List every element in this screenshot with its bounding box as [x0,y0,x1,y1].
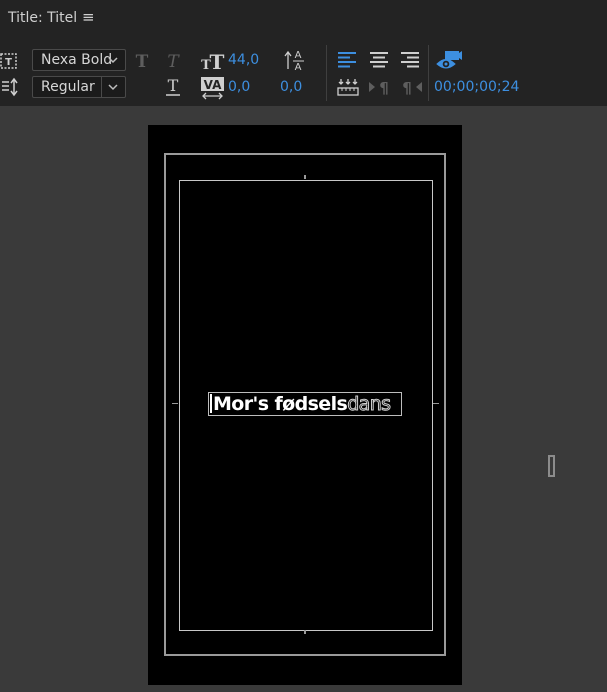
hamburger-menu-icon[interactable]: ≡ [82,8,95,26]
align-right-icon[interactable] [400,51,420,69]
svg-text:A: A [295,50,302,61]
align-center-icon[interactable] [369,51,389,69]
timecode-value[interactable]: 00;00;00;24 [434,79,519,95]
faux-italic-icon[interactable]: T [164,51,182,71]
svg-text:T: T [210,50,225,72]
title-text-unselected[interactable]: dans [347,393,392,415]
toolbar-divider [326,45,327,101]
font-family-dropdown[interactable]: Nexa Bold [32,49,126,71]
tab-stops-icon[interactable] [337,77,359,97]
dropdown-separator [101,77,102,97]
font-style-dropdown[interactable]: Regular [32,76,126,98]
center-tick-left [172,403,178,404]
svg-text:T: T [136,52,149,71]
video-canvas[interactable]: Mor's fødselsdans [148,125,462,685]
faux-bold-icon[interactable]: T [133,51,151,71]
center-tick-top [304,175,306,179]
underline-icon[interactable]: T [164,76,182,98]
tracking-icon[interactable]: A A [284,48,308,72]
text-cursor [210,394,212,413]
svg-text:T: T [167,52,180,71]
chevron-down-icon [108,57,118,64]
text-tool-icon[interactable]: T [0,52,18,70]
title-toolbar: T Nexa Bold Regular T T T T T 44,0 VA 0,… [0,37,607,106]
title-text-selected[interactable]: Mor's fødsels [213,393,348,415]
align-left-icon[interactable] [337,51,357,69]
svg-text:T: T [168,76,179,95]
show-background-video-icon[interactable] [436,50,462,72]
panel-title: Title: Titel [8,10,78,26]
tracking-value[interactable]: 0,0 [280,79,302,95]
font-family-value: Nexa Bold [41,52,113,68]
title-text-box[interactable]: Mor's fødselsdans [208,392,402,416]
font-size-icon[interactable]: T T [200,50,226,72]
title-stage: Mor's fødselsdans [0,106,607,692]
chevron-down-icon [108,84,118,91]
paragraph-indent-right-icon[interactable]: ¶ [368,78,392,96]
svg-text:T: T [5,57,12,68]
svg-text:VA: VA [204,78,222,92]
leading-icon[interactable] [0,77,20,97]
svg-text:A: A [295,62,302,72]
center-tick-bottom [304,630,306,634]
paragraph-indent-left-icon[interactable]: ¶ [399,78,423,96]
svg-text:¶: ¶ [379,79,389,96]
kerning-icon[interactable]: VA [200,76,226,100]
svg-text:¶: ¶ [402,79,412,96]
toolbar-divider [428,45,429,101]
font-size-value[interactable]: 44,0 [228,52,259,68]
panel-title-bar: Title: Titel ≡ [0,0,607,37]
kerning-value[interactable]: 0,0 [228,79,250,95]
font-style-value: Regular [41,79,95,95]
center-tick-right [433,403,439,404]
panel-resize-handle[interactable] [548,455,555,477]
